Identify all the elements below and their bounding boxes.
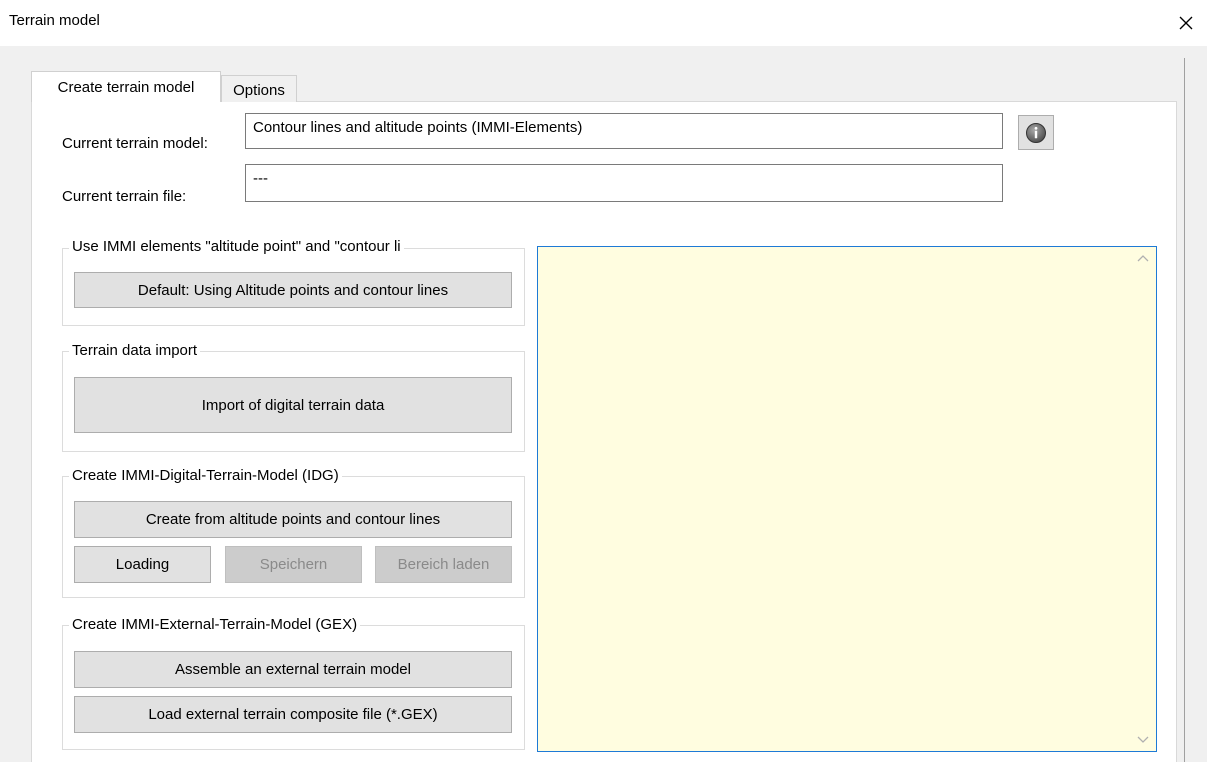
current-terrain-model-value: Contour lines and altitude points (IMMI-… <box>253 119 583 136</box>
current-terrain-file-field[interactable]: --- <box>245 164 1003 202</box>
button-label: Assemble an external terrain model <box>175 661 411 678</box>
load-area-button[interactable]: Bereich laden <box>375 546 512 583</box>
button-label: Bereich laden <box>397 556 490 573</box>
import-terrain-data-button[interactable]: Import of digital terrain data <box>74 377 512 433</box>
loading-button[interactable]: Loading <box>74 546 211 583</box>
tab-create-terrain-model[interactable]: Create terrain model <box>31 71 221 102</box>
chevron-down-icon <box>1137 736 1149 743</box>
button-label: Speichern <box>259 556 328 573</box>
chevron-up-icon <box>1137 255 1149 262</box>
button-label: Load external terrain composite file (*.… <box>148 706 438 723</box>
button-label: Loading <box>115 556 170 573</box>
group-immi-elements-legend: Use IMMI elements "altitude point" and "… <box>69 238 404 255</box>
close-button[interactable] <box>1170 6 1202 40</box>
button-label: Create from altitude points and contour … <box>145 511 441 528</box>
group-idg-legend: Create IMMI-Digital-Terrain-Model (IDG) <box>69 467 342 484</box>
create-from-altitude-contour-button[interactable]: Create from altitude points and contour … <box>74 501 512 538</box>
current-terrain-file-value: --- <box>253 170 268 187</box>
load-gex-file-button[interactable]: Load external terrain composite file (*.… <box>74 696 512 733</box>
info-icon <box>1026 122 1046 143</box>
assemble-external-terrain-button[interactable]: Assemble an external terrain model <box>74 651 512 688</box>
default-altitude-contour-button[interactable]: Default: Using Altitude points and conto… <box>74 272 512 308</box>
scroll-up-button[interactable] <box>1134 249 1152 267</box>
current-terrain-model-field[interactable]: Contour lines and altitude points (IMMI-… <box>245 113 1003 149</box>
info-button[interactable] <box>1018 115 1054 150</box>
save-button[interactable]: Speichern <box>225 546 362 583</box>
scroll-down-button[interactable] <box>1134 731 1152 749</box>
tab-label: Options <box>233 81 285 99</box>
window-title: Terrain model <box>9 12 100 29</box>
notes-scrollbar[interactable] <box>1130 247 1156 751</box>
title-bar <box>0 0 1207 46</box>
notes-text-area[interactable] <box>537 246 1157 752</box>
group-terrain-data-import-legend: Terrain data import <box>69 342 201 359</box>
tab-label: Create terrain model <box>57 78 195 96</box>
window-edge <box>1184 58 1185 762</box>
tab-options[interactable]: Options <box>221 75 297 102</box>
close-icon <box>1179 16 1193 30</box>
group-gex-legend: Create IMMI-External-Terrain-Model (GEX) <box>69 616 361 633</box>
button-label: Import of digital terrain data <box>201 396 385 414</box>
current-terrain-model-label: Current terrain model: <box>62 135 208 152</box>
current-terrain-file-label: Current terrain file: <box>62 188 187 205</box>
button-label: Default: Using Altitude points and conto… <box>137 281 449 299</box>
